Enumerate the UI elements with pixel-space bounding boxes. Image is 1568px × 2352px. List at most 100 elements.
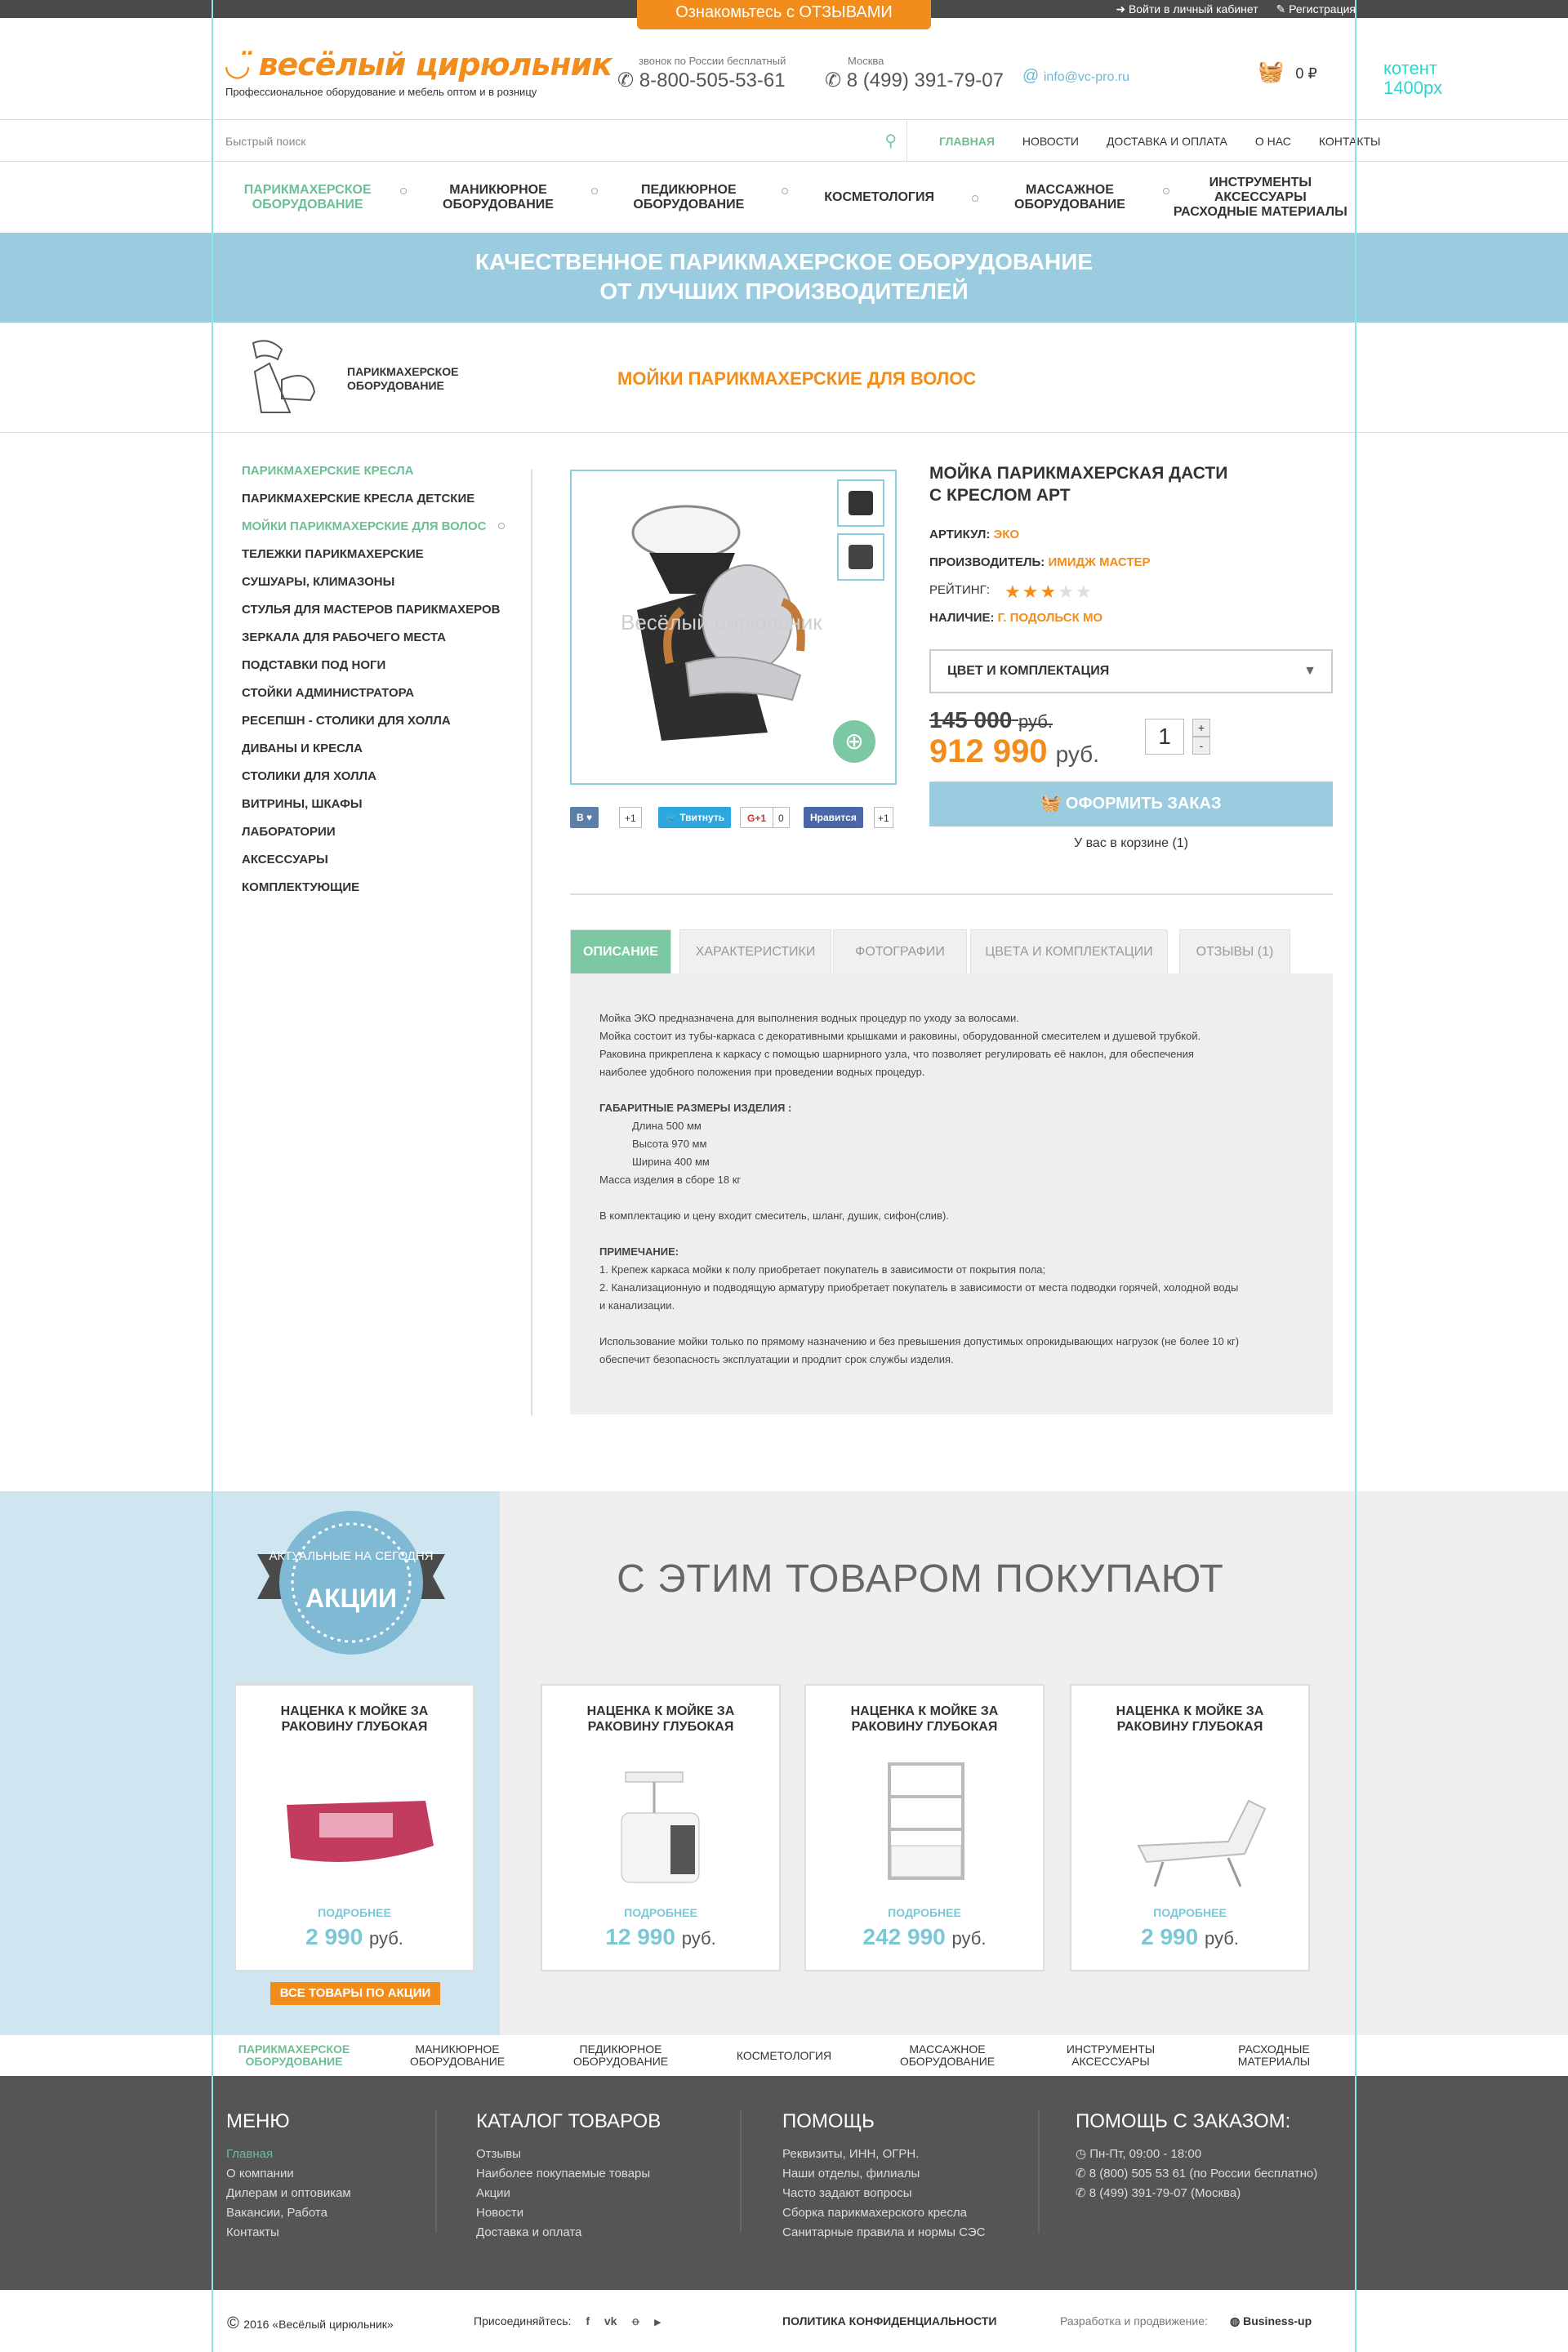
tab-colors[interactable]: ЦВЕТА И КОМПЛЕКТАЦИИ [970,929,1168,973]
sidebar-item[interactable]: ПОДСТАВКИ ПОД НОГИ [242,657,532,685]
sidebar-item[interactable]: СУШУАРЫ, КЛИМАЗОНЫ [242,574,532,602]
youtube-icon[interactable]: ▶ [654,2318,661,2328]
in-cart-link[interactable]: У вас в корзине (1) [929,836,1333,851]
footer-link[interactable]: Наши отделы, филиалы [782,2164,985,2184]
tab-description[interactable]: ОПИСАНИЕ [570,929,671,973]
register-link[interactable]: ✎ Регистрация [1276,2,1356,16]
footer-link[interactable]: Сборка парикмахерского кресла [782,2203,985,2223]
email-link[interactable]: @ info@vc-pro.ru [1022,67,1129,86]
more-link[interactable]: ПОДРОБНЕЕ [542,1906,779,1919]
nav-about[interactable]: О НАС [1255,135,1291,148]
footer-link[interactable]: О компании [226,2164,351,2184]
cat-massage[interactable]: МАССАЖНОЕ ОБОРУДОВАНИЕ [974,183,1169,212]
sidebar-item[interactable]: ЛАБОРАТОРИИ [242,824,532,852]
nav-news[interactable]: НОВОСТИ [1022,135,1079,148]
cat-pedicure[interactable]: ПЕДИКЮРНОЕ ОБОРУДОВАНИЕ [594,183,788,212]
footer-link[interactable]: Часто задают вопросы [782,2184,985,2203]
qty-minus-button[interactable]: - [1192,737,1210,755]
promo-badge[interactable]: АКТУАЛЬНЫЕ НА СЕГОДНЯ АКЦИИ [253,1509,449,1664]
nav-contacts[interactable]: КОНТАКТЫ [1319,135,1381,148]
sidebar-item[interactable]: СТОЙКИ АДМИНИСТРАТОРА [242,685,532,713]
rating-stars[interactable]: ★★★★★ [1004,581,1094,603]
more-link[interactable]: ПОДРОБНЕЕ [236,1906,473,1919]
footer-link[interactable]: Вакансии, Работа [226,2203,351,2223]
facebook-like-button[interactable]: Нравится [804,807,863,828]
botnav-massage[interactable]: МАССАЖНОЕ ОБОРУДОВАНИЕ [866,2043,1029,2068]
footer-link[interactable]: Наиболее покупаемые товары [476,2164,661,2184]
footer-link[interactable]: Отзывы [476,2145,661,2164]
phone-moscow-number[interactable]: 8 (499) 391-79-07 [847,69,1004,91]
also-card[interactable]: НАЦЕНКА К МОЙКЕ ЗА РАКОВИНУ ГЛУБОКАЯ ПОДР… [804,1684,1045,1971]
footer-link[interactable]: Дилерам и оптовикам [226,2184,351,2203]
footer-link[interactable]: Доставка и оплата [476,2223,661,2243]
nav-delivery[interactable]: ДОСТАВКА И ОПЛАТА [1107,135,1227,148]
login-link[interactable]: ➜ Войти в личный кабинет [1116,2,1258,16]
logo[interactable]: ◡̈ весёлый цирюльник Профессиональное об… [225,47,612,98]
footer-link[interactable]: Новости [476,2203,661,2223]
botnav-hair[interactable]: ПАРИКМАХЕРСКОЕ ОБОРУДОВАНИЕ [212,2043,376,2068]
phone-free-number[interactable]: 8-800-505-53-61 [639,69,786,91]
cat-tools[interactable]: ИНСТРУМЕНТЫ АКСЕССУАРЫ РАСХОДНЫЕ МАТЕРИАЛ… [1165,176,1356,220]
also-card[interactable]: НАЦЕНКА К МОЙКЕ ЗА РАКОВИНУ ГЛУБОКАЯ ПОДР… [541,1684,781,1971]
privacy-link[interactable]: ПОЛИТИКА КОНФИДЕНЦИАЛЬНОСТИ [782,2314,996,2328]
footer-link[interactable]: Контакты [226,2223,351,2243]
dev-logo[interactable]: ◍ Business-up [1230,2314,1312,2328]
footer-phone[interactable]: ✆ 8 (499) 391-79-07 (Москва) [1076,2184,1317,2203]
footer-link[interactable]: Санитарные правила и нормы СЭС [782,2223,985,2243]
botnav-materials[interactable]: РАСХОДНЫЕ МАТЕРИАЛЫ [1192,2043,1356,2068]
social-share: В ♥ +1 🐦 Твитнуть G+1 0 Нравится +1 [570,807,897,830]
odnoklassniki-icon[interactable]: ꝋ [631,2314,639,2328]
footer-link[interactable]: Реквизиты, ИНН, ОГРН. [782,2145,985,2164]
cat-hair[interactable]: ПАРИКМАХЕРСКОЕ ОБОРУДОВАНИЕ [212,183,408,212]
promo-card[interactable]: НАЦЕНКА К МОЙКЕ ЗА РАКОВИНУ ГЛУБОКАЯ ПОДР… [234,1684,474,1971]
cart-button[interactable]: 🧺 0 ₽ [1258,59,1317,84]
more-link[interactable]: ПОДРОБНЕЕ [1071,1906,1308,1919]
qty-plus-button[interactable]: + [1192,719,1210,737]
gplus-button[interactable]: G+1 [740,807,774,828]
cat-cosmetology[interactable]: КОСМЕТОЛОГИЯ [784,190,979,205]
sidebar-item[interactable]: ЗЕРКАЛА ДЛЯ РАБОЧЕГО МЕСТА [242,630,532,657]
botnav-cosmetology[interactable]: КОСМЕТОЛОГИЯ [702,2049,866,2062]
order-button[interactable]: 🧺 ОФОРМИТЬ ЗАКАЗ [929,782,1333,826]
reviews-promo-tab[interactable]: Ознакомьтесь с ОТЗЫВАМИ [637,0,931,29]
footer-link[interactable]: Главная [226,2145,351,2164]
search-icon[interactable]: ⚲ [884,121,897,162]
product-gallery[interactable]: Весёлый цирюльник ⊕ [570,470,897,785]
tab-reviews[interactable]: ОТЗЫВЫ (1) [1179,929,1290,973]
footer-link[interactable]: Акции [476,2184,661,2203]
vk-share-button[interactable]: В ♥ [570,807,599,828]
category-label[interactable]: ПАРИКМАХЕРСКОЕ ОБОРУДОВАНИЕ [347,365,458,393]
twitter-button[interactable]: 🐦 Твитнуть [658,807,732,828]
facebook-icon[interactable]: f [586,2314,590,2328]
cat-manicure[interactable]: МАНИКЮРНОЕ ОБОРУДОВАНИЕ [403,183,598,212]
tab-photos[interactable]: ФОТОГРАФИИ [833,929,967,973]
phone-icon: ✆ [1076,2167,1089,2180]
sidebar-item[interactable]: РЕСЕПШН - СТОЛИКИ ДЛЯ ХОЛЛА [242,713,532,741]
botnav-pedicure[interactable]: ПЕДИКЮРНОЕ ОБОРУДОВАНИЕ [539,2043,702,2068]
sidebar-item[interactable]: ПАРИКМАХЕРСКИЕ КРЕСЛА [242,463,532,491]
botnav-manicure[interactable]: МАНИКЮРНОЕ ОБОРУДОВАНИЕ [376,2043,539,2068]
sidebar-item[interactable]: ТЕЛЕЖКИ ПАРИКМАХЕРСКИЕ [242,546,532,574]
botnav-tools[interactable]: ИНСТРУМЕНТЫ АКСЕССУАРЫ [1029,2043,1192,2068]
vk-icon[interactable]: vk [604,2314,617,2328]
quantity-input[interactable]: 1 [1145,719,1184,755]
zoom-icon[interactable]: ⊕ [833,720,875,763]
sidebar-item[interactable]: ДИВАНЫ И КРЕСЛА [242,741,532,768]
sidebar-item-active[interactable]: МОЙКИ ПАРИКМАХЕРСКИЕ ДЛЯ ВОЛОС [242,519,532,546]
sidebar-item[interactable]: СТОЛИКИ ДЛЯ ХОЛЛА [242,768,532,796]
tab-specs[interactable]: ХАРАКТЕРИСТИКИ [679,929,831,973]
search-input[interactable]: Быстрый поиск ⚲ [225,121,907,162]
all-promo-button[interactable]: ВСЕ ТОВАРЫ ПО АКЦИИ [270,1982,440,2005]
footer-phone[interactable]: ✆ 8 (800) 505 53 61 (по России бесплатно… [1076,2164,1317,2184]
gallery-thumb-1[interactable] [837,479,884,527]
sidebar-item[interactable]: СТУЛЬЯ ДЛЯ МАСТЕРОВ ПАРИКМАХЕРОВ [242,602,532,630]
also-card[interactable]: НАЦЕНКА К МОЙКЕ ЗА РАКОВИНУ ГЛУБОКАЯ ПОДР… [1070,1684,1310,1971]
sidebar-item[interactable]: ВИТРИНЫ, ШКАФЫ [242,796,532,824]
gallery-thumb-2[interactable] [837,533,884,581]
sidebar-item[interactable]: КОМПЛЕКТУЮЩИЕ [242,880,532,907]
color-select[interactable]: ЦВЕТ И КОМПЛЕКТАЦИЯ ▼ [929,649,1333,693]
sidebar-item[interactable]: ПАРИКМАХЕРСКИЕ КРЕСЛА ДЕТСКИЕ [242,491,532,519]
more-link[interactable]: ПОДРОБНЕЕ [806,1906,1043,1919]
nav-home[interactable]: ГЛАВНАЯ [939,135,995,148]
sidebar-item[interactable]: АКСЕССУАРЫ [242,852,532,880]
